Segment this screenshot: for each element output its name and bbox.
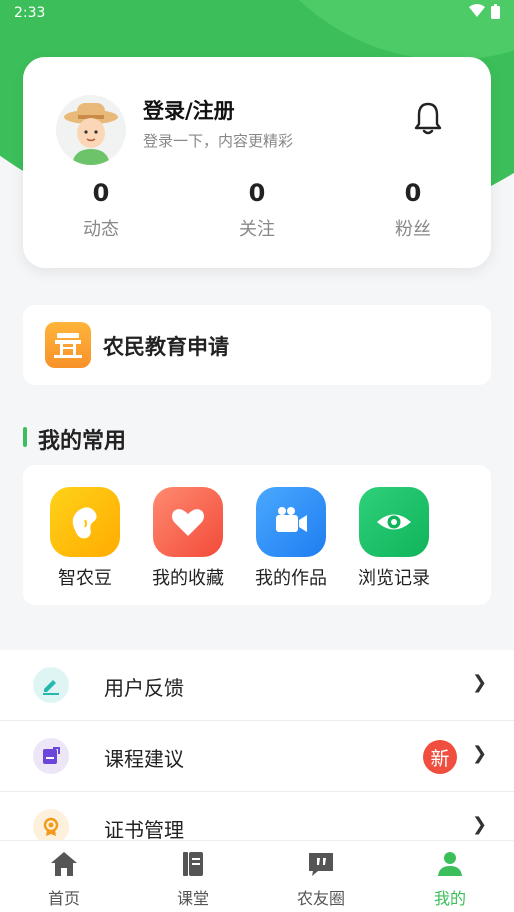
video-camera-icon [256, 487, 326, 557]
home-icon [51, 852, 77, 876]
heart-icon [153, 487, 223, 557]
stat-followers-label: 粉丝 [395, 219, 431, 240]
avatar[interactable] [56, 95, 126, 165]
section-accent-bar [23, 427, 27, 447]
favorite-label: 我的作品 [255, 568, 327, 589]
tab-farmer-circle[interactable]: 农友圈 [281, 849, 361, 909]
profile-card: 登录/注册 登录一下，内容更精彩 0 动态 0 关注 0 粉丝 [23, 57, 491, 268]
favorite-label: 智农豆 [58, 568, 112, 589]
menu-item-label: 用户反馈 [104, 676, 184, 700]
edit-note-icon [33, 738, 69, 774]
book-icon [183, 852, 203, 876]
tab-home[interactable]: 首页 [24, 849, 104, 909]
stat-following-value: 0 [248, 179, 266, 207]
menu-item-feedback[interactable]: 用户反馈 ❯ [0, 650, 514, 721]
favorite-my-works[interactable]: 我的作品 [245, 487, 337, 590]
favorite-zhinongdou[interactable]: 智农豆 [39, 487, 131, 590]
favorite-browse-history[interactable]: 浏览记录 [348, 487, 440, 590]
favorite-label: 浏览记录 [358, 568, 430, 589]
tab-mine[interactable]: 我的 [410, 849, 490, 909]
stat-following-label: 关注 [239, 219, 275, 240]
favorite-my-collections[interactable]: 我的收藏 [142, 487, 234, 590]
settings-menu: 用户反馈 ❯ 课程建议 新 ❯ 证书管理 ❯ [0, 650, 514, 863]
menu-item-label: 证书管理 [104, 818, 184, 842]
tab-label: 首页 [47, 889, 80, 908]
favorites-grid: 智农豆 我的收藏 我的作品 浏览记录 [23, 465, 491, 605]
farmer-stand-icon [45, 322, 91, 368]
pencil-icon [33, 667, 69, 703]
menu-item-course-suggestion[interactable]: 课程建议 新 ❯ [0, 721, 514, 792]
favorites-section-title: 我的常用 [38, 429, 127, 454]
stat-posts[interactable]: 0 动态 [51, 179, 151, 241]
login-subtitle: 登录一下，内容更精彩 [143, 132, 294, 150]
chevron-right-icon: ❯ [472, 814, 488, 835]
favorite-label: 我的收藏 [152, 568, 224, 589]
chevron-right-icon: ❯ [472, 672, 488, 693]
battery-icon [491, 3, 500, 23]
stat-followers-value: 0 [404, 179, 422, 207]
profile-stats: 0 动态 0 关注 0 粉丝 [23, 179, 491, 249]
bean-icon [50, 487, 120, 557]
status-bar: 2:33 [0, 0, 514, 26]
farmer-education-label: 农民教育申请 [103, 335, 229, 359]
tab-classroom[interactable]: 课堂 [153, 849, 233, 909]
menu-item-label: 课程建议 [104, 747, 184, 771]
status-time: 2:33 [14, 5, 46, 21]
wifi-icon [469, 4, 485, 22]
stat-followers[interactable]: 0 粉丝 [363, 179, 463, 241]
new-badge: 新 [423, 740, 457, 774]
chevron-right-icon: ❯ [472, 743, 488, 764]
quote-bubble-icon [309, 853, 333, 876]
stat-posts-label: 动态 [83, 219, 119, 240]
stat-following[interactable]: 0 关注 [207, 179, 307, 241]
tab-label: 我的 [433, 889, 466, 908]
login-register-link[interactable]: 登录/注册 [143, 95, 235, 125]
person-icon [438, 852, 462, 876]
bottom-tab-bar: 首页 课堂 农友圈 我的 [0, 840, 514, 912]
stat-posts-value: 0 [92, 179, 110, 207]
bell-icon[interactable] [413, 101, 443, 135]
tab-label: 课堂 [176, 889, 209, 908]
eye-icon [359, 487, 429, 557]
farmer-education-application[interactable]: 农民教育申请 [23, 305, 491, 385]
tab-label: 农友圈 [296, 889, 345, 908]
